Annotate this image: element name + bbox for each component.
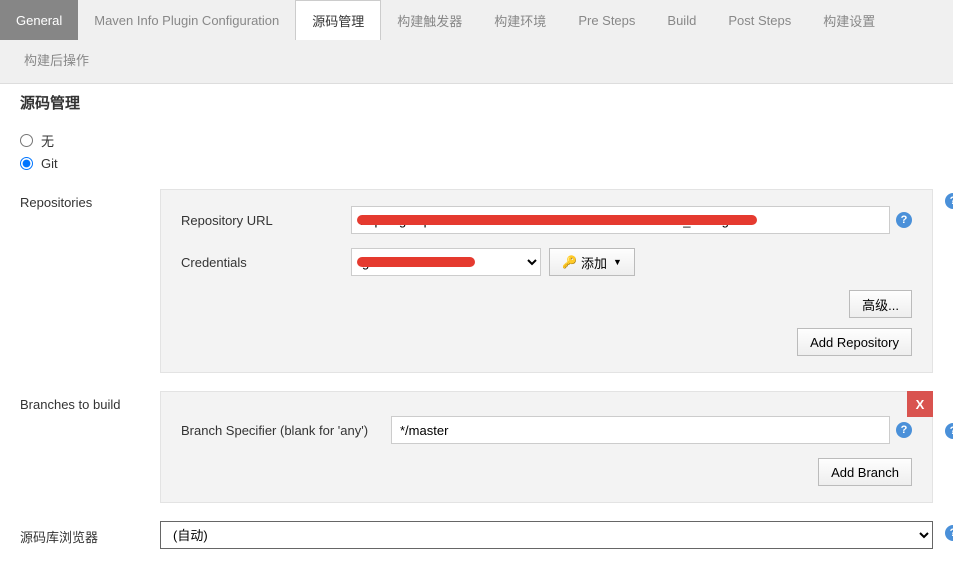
radio-git[interactable] <box>20 157 33 170</box>
repo-url-row: Repository URL ? <box>181 206 912 234</box>
tab-scm[interactable]: 源码管理 <box>295 0 381 40</box>
config-tabbar: General Maven Info Plugin Configuration … <box>0 0 953 84</box>
tab-general[interactable]: General <box>0 0 78 40</box>
tab-row-2: 构建后操作 <box>0 40 953 83</box>
scm-option-none[interactable]: 无 <box>20 131 933 150</box>
remove-branch-button[interactable]: X <box>907 391 933 417</box>
tab-maven-info[interactable]: Maven Info Plugin Configuration <box>78 0 295 40</box>
help-icon[interactable]: ? <box>945 423 953 439</box>
key-icon: 🔑 <box>562 255 577 269</box>
advanced-button[interactable]: 高级... <box>849 290 912 318</box>
repo-browser-select[interactable]: (自动) <box>160 521 933 549</box>
tab-post-build[interactable]: 构建后操作 <box>20 44 93 75</box>
tab-triggers[interactable]: 构建触发器 <box>381 0 478 40</box>
help-icon[interactable]: ? <box>945 193 953 209</box>
radio-git-label: Git <box>41 156 58 171</box>
repositories-block: Repositories ? Repository URL ? Credenti… <box>20 189 933 373</box>
repo-url-label: Repository URL <box>181 213 351 228</box>
help-icon[interactable]: ? <box>945 525 953 541</box>
branch-spec-row: Branch Specifier (blank for 'any') ? <box>181 416 912 444</box>
radio-none[interactable] <box>20 134 33 147</box>
branch-spec-input[interactable] <box>391 416 890 444</box>
scm-option-git[interactable]: Git <box>20 156 933 171</box>
tab-build-env[interactable]: 构建环境 <box>478 0 562 40</box>
credentials-select[interactable]: g/****** <box>351 248 541 276</box>
tab-pre-steps[interactable]: Pre Steps <box>562 0 651 40</box>
add-credentials-button[interactable]: 🔑 添加 ▼ <box>549 248 635 276</box>
help-icon[interactable]: ? <box>896 422 912 438</box>
tab-build[interactable]: Build <box>651 0 712 40</box>
add-branch-button[interactable]: Add Branch <box>818 458 912 486</box>
tab-post-steps[interactable]: Post Steps <box>712 0 807 40</box>
branches-panel: X Branch Specifier (blank for 'any') ? A… <box>160 391 933 503</box>
add-repository-button[interactable]: Add Repository <box>797 328 912 356</box>
repo-url-input[interactable] <box>351 206 890 234</box>
credentials-row: Credentials g/****** 🔑 添加 ▼ <box>181 248 912 276</box>
tab-row-1: General Maven Info Plugin Configuration … <box>0 0 953 40</box>
add-credentials-label: 添加 <box>581 253 607 272</box>
help-icon[interactable]: ? <box>896 212 912 228</box>
repositories-panel: Repository URL ? Credentials g/****** <box>160 189 933 373</box>
branches-label: Branches to build <box>20 391 160 503</box>
chevron-down-icon: ▼ <box>613 257 622 267</box>
radio-none-label: 无 <box>41 131 54 150</box>
repositories-label: Repositories <box>20 189 160 373</box>
branch-spec-label: Branch Specifier (blank for 'any') <box>181 423 391 438</box>
repo-browser-label: 源码库浏览器 <box>20 521 160 549</box>
branches-block: Branches to build ? X Branch Specifier (… <box>20 391 933 503</box>
credentials-label: Credentials <box>181 255 351 270</box>
section-title-scm: 源码管理 <box>0 84 953 125</box>
tab-build-settings[interactable]: 构建设置 <box>807 0 891 40</box>
repo-browser-block: 源码库浏览器 ? (自动) <box>20 521 933 549</box>
scm-content: 无 Git Repositories ? Repository URL ? Cr… <box>0 131 953 569</box>
